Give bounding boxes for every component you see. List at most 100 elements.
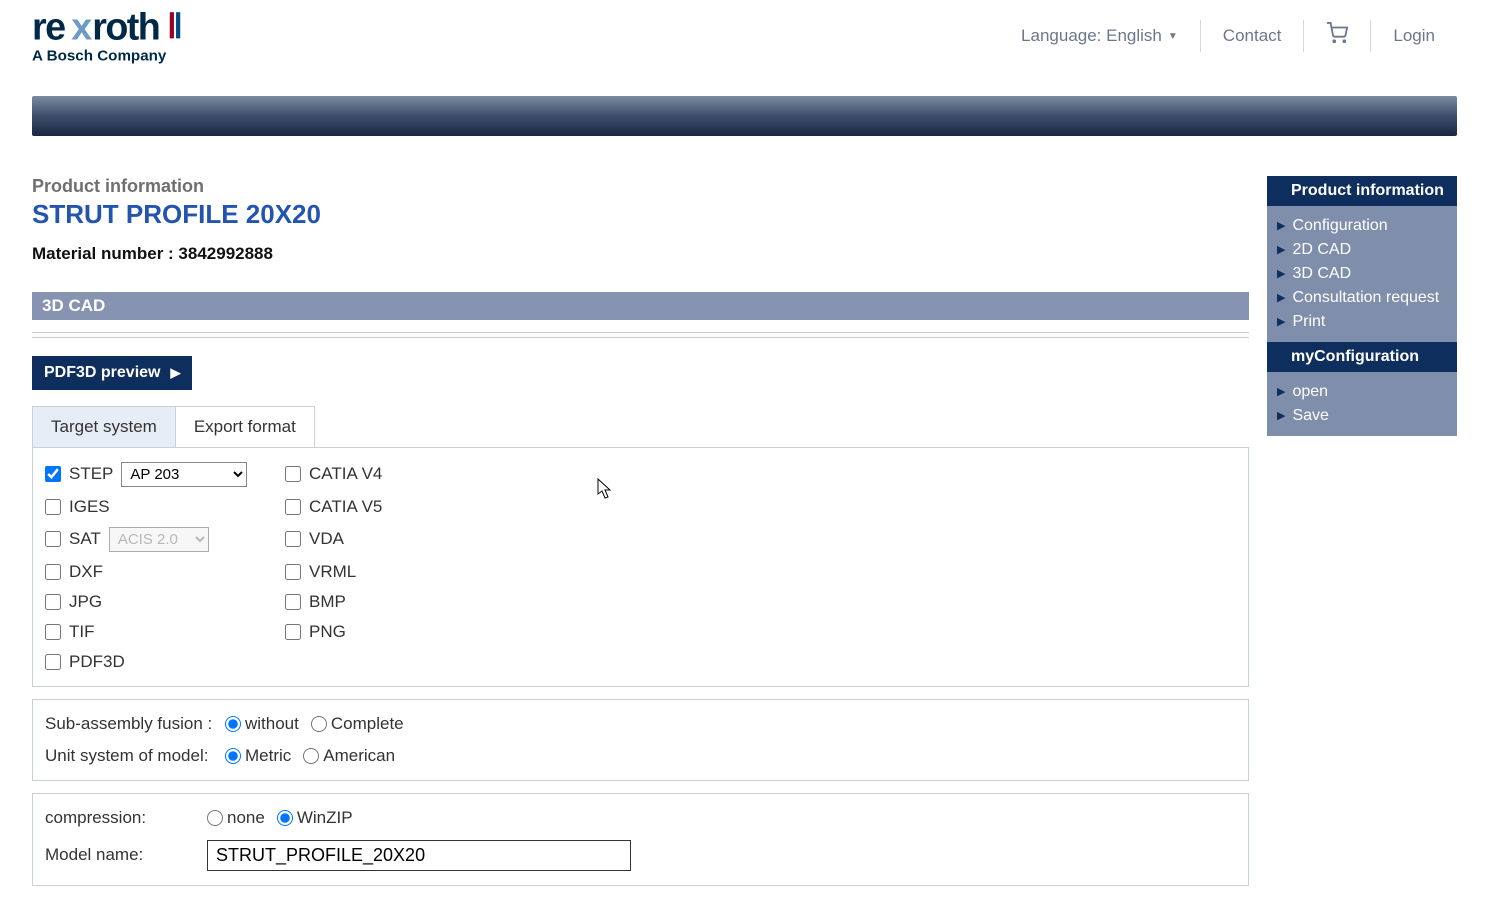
- radio-complete-input[interactable]: [311, 716, 327, 732]
- label-vrml[interactable]: VRML: [309, 562, 356, 582]
- caret-right-icon: ▶: [1277, 243, 1285, 256]
- checkbox-dxf[interactable]: [45, 564, 61, 580]
- aside-body-myconfig: ▶open ▶Save: [1267, 372, 1457, 436]
- label-step[interactable]: STEP: [69, 464, 113, 484]
- export-format-panel: STEP AP 203 CATIA V4 IGES: [32, 447, 1249, 687]
- caret-right-icon: ▶: [1277, 315, 1285, 328]
- options-panel: Sub-assembly fusion : without Complete U…: [32, 699, 1249, 781]
- checkbox-catia-v4[interactable]: [285, 466, 301, 482]
- checkbox-vrml[interactable]: [285, 564, 301, 580]
- logo[interactable]: re x roth A Bosch Company: [32, 8, 252, 76]
- svg-text:x: x: [71, 8, 92, 47]
- aside-link-label: 3D CAD: [1292, 265, 1351, 283]
- format-step: STEP AP 203: [45, 462, 275, 487]
- format-catia-v5: CATIA V5: [285, 497, 545, 517]
- format-vrml: VRML: [285, 562, 545, 582]
- svg-text:roth: roth: [92, 8, 159, 47]
- select-step-version[interactable]: AP 203: [121, 462, 247, 487]
- pdf3d-preview-label: PDF3D preview: [44, 364, 160, 382]
- cart-button[interactable]: [1304, 20, 1371, 52]
- label-png[interactable]: PNG: [309, 622, 346, 642]
- checkbox-catia-v5[interactable]: [285, 499, 301, 515]
- radio-without-label: without: [245, 714, 299, 734]
- language-label: Language: English: [1021, 26, 1162, 46]
- radio-metric-label: Metric: [245, 746, 291, 766]
- radio-compress-winzip-input[interactable]: [277, 810, 293, 826]
- radio-compress-winzip-label: WinZIP: [297, 808, 353, 828]
- aside-link-consultation[interactable]: ▶ Consultation request: [1267, 286, 1457, 310]
- format-png: PNG: [285, 622, 545, 642]
- radio-without-input[interactable]: [225, 716, 241, 732]
- aside-link-label: 2D CAD: [1292, 241, 1351, 259]
- label-vda[interactable]: VDA: [309, 529, 344, 549]
- tab-export-format[interactable]: Export format: [176, 406, 315, 447]
- aside-link-open[interactable]: ▶open: [1267, 380, 1457, 404]
- login-link[interactable]: Login: [1371, 20, 1457, 52]
- label-iges[interactable]: IGES: [69, 497, 110, 517]
- radio-compress-none-input[interactable]: [207, 810, 223, 826]
- checkbox-jpg[interactable]: [45, 594, 61, 610]
- banner: [32, 96, 1457, 136]
- product-info-label: Product information: [32, 176, 1249, 197]
- radio-compress-none[interactable]: none: [207, 808, 265, 828]
- format-iges: IGES: [45, 497, 275, 517]
- checkbox-pdf3d[interactable]: [45, 654, 61, 670]
- compression-panel: compression: none WinZIP Model name:: [32, 793, 1249, 886]
- format-vda: VDA: [285, 527, 545, 552]
- label-bmp[interactable]: BMP: [309, 592, 346, 612]
- aside-link-save[interactable]: ▶Save: [1267, 404, 1457, 428]
- label-jpg[interactable]: JPG: [69, 592, 102, 612]
- radio-american[interactable]: American: [303, 746, 395, 766]
- radio-compress-winzip[interactable]: WinZIP: [277, 808, 353, 828]
- language-selector[interactable]: Language: English ▼: [999, 20, 1201, 52]
- aside-link-label: open: [1292, 383, 1328, 401]
- radio-without[interactable]: without: [225, 714, 299, 734]
- model-name-label: Model name:: [45, 845, 195, 865]
- model-name-input[interactable]: [207, 840, 631, 871]
- pdf3d-preview-button[interactable]: PDF3D preview ▶: [32, 356, 192, 390]
- checkbox-sat[interactable]: [45, 531, 61, 547]
- aside-link-2d-cad[interactable]: ▶ 2D CAD: [1267, 238, 1457, 262]
- cart-icon: [1326, 22, 1348, 50]
- sidebar: Product information ▶Configuration ▶2D C…: [1267, 176, 1457, 898]
- format-jpg: JPG: [45, 592, 275, 612]
- checkbox-iges[interactable]: [45, 499, 61, 515]
- label-catia-v4[interactable]: CATIA V4: [309, 464, 382, 484]
- radio-compress-none-label: none: [227, 808, 265, 828]
- aside-link-label: Configuration: [1292, 217, 1387, 235]
- compression-label: compression:: [45, 808, 195, 828]
- label-tif[interactable]: TIF: [69, 622, 95, 642]
- aside-link-label: Consultation request: [1292, 289, 1439, 307]
- aside-link-configuration[interactable]: ▶Configuration: [1267, 214, 1457, 238]
- label-catia-v5[interactable]: CATIA V5: [309, 497, 382, 517]
- label-sat[interactable]: SAT: [69, 529, 101, 549]
- contact-link[interactable]: Contact: [1201, 20, 1305, 52]
- aside-link-3d-cad[interactable]: ▶3D CAD: [1267, 262, 1457, 286]
- svg-text:re: re: [32, 8, 65, 47]
- arrow-right-icon: ▶: [170, 365, 180, 381]
- label-dxf[interactable]: DXF: [69, 562, 103, 582]
- format-pdf3d: PDF3D: [45, 652, 275, 672]
- caret-right-icon: ▶: [1277, 291, 1285, 304]
- radio-complete-label: Complete: [331, 714, 404, 734]
- checkbox-tif[interactable]: [45, 624, 61, 640]
- radio-metric-input[interactable]: [225, 748, 241, 764]
- checkbox-png[interactable]: [285, 624, 301, 640]
- checkbox-step[interactable]: [45, 466, 61, 482]
- checkbox-bmp[interactable]: [285, 594, 301, 610]
- format-sat: SAT ACIS 2.0: [45, 527, 275, 552]
- aside-header-myconfig: myConfiguration: [1267, 342, 1457, 372]
- aside-header-product-info: Product information: [1267, 176, 1457, 206]
- label-pdf3d[interactable]: PDF3D: [69, 652, 125, 672]
- material-number: Material number : 3842992888: [32, 244, 1249, 264]
- checkbox-vda[interactable]: [285, 531, 301, 547]
- header-right: Language: English ▼ Contact Login: [999, 20, 1457, 52]
- aside-link-print[interactable]: ▶Print: [1267, 310, 1457, 334]
- radio-metric[interactable]: Metric: [225, 746, 291, 766]
- radio-american-label: American: [323, 746, 395, 766]
- radio-complete[interactable]: Complete: [311, 714, 404, 734]
- format-catia-v4: CATIA V4: [285, 462, 545, 487]
- format-bmp: BMP: [285, 592, 545, 612]
- tab-target-system[interactable]: Target system: [32, 406, 176, 447]
- radio-american-input[interactable]: [303, 748, 319, 764]
